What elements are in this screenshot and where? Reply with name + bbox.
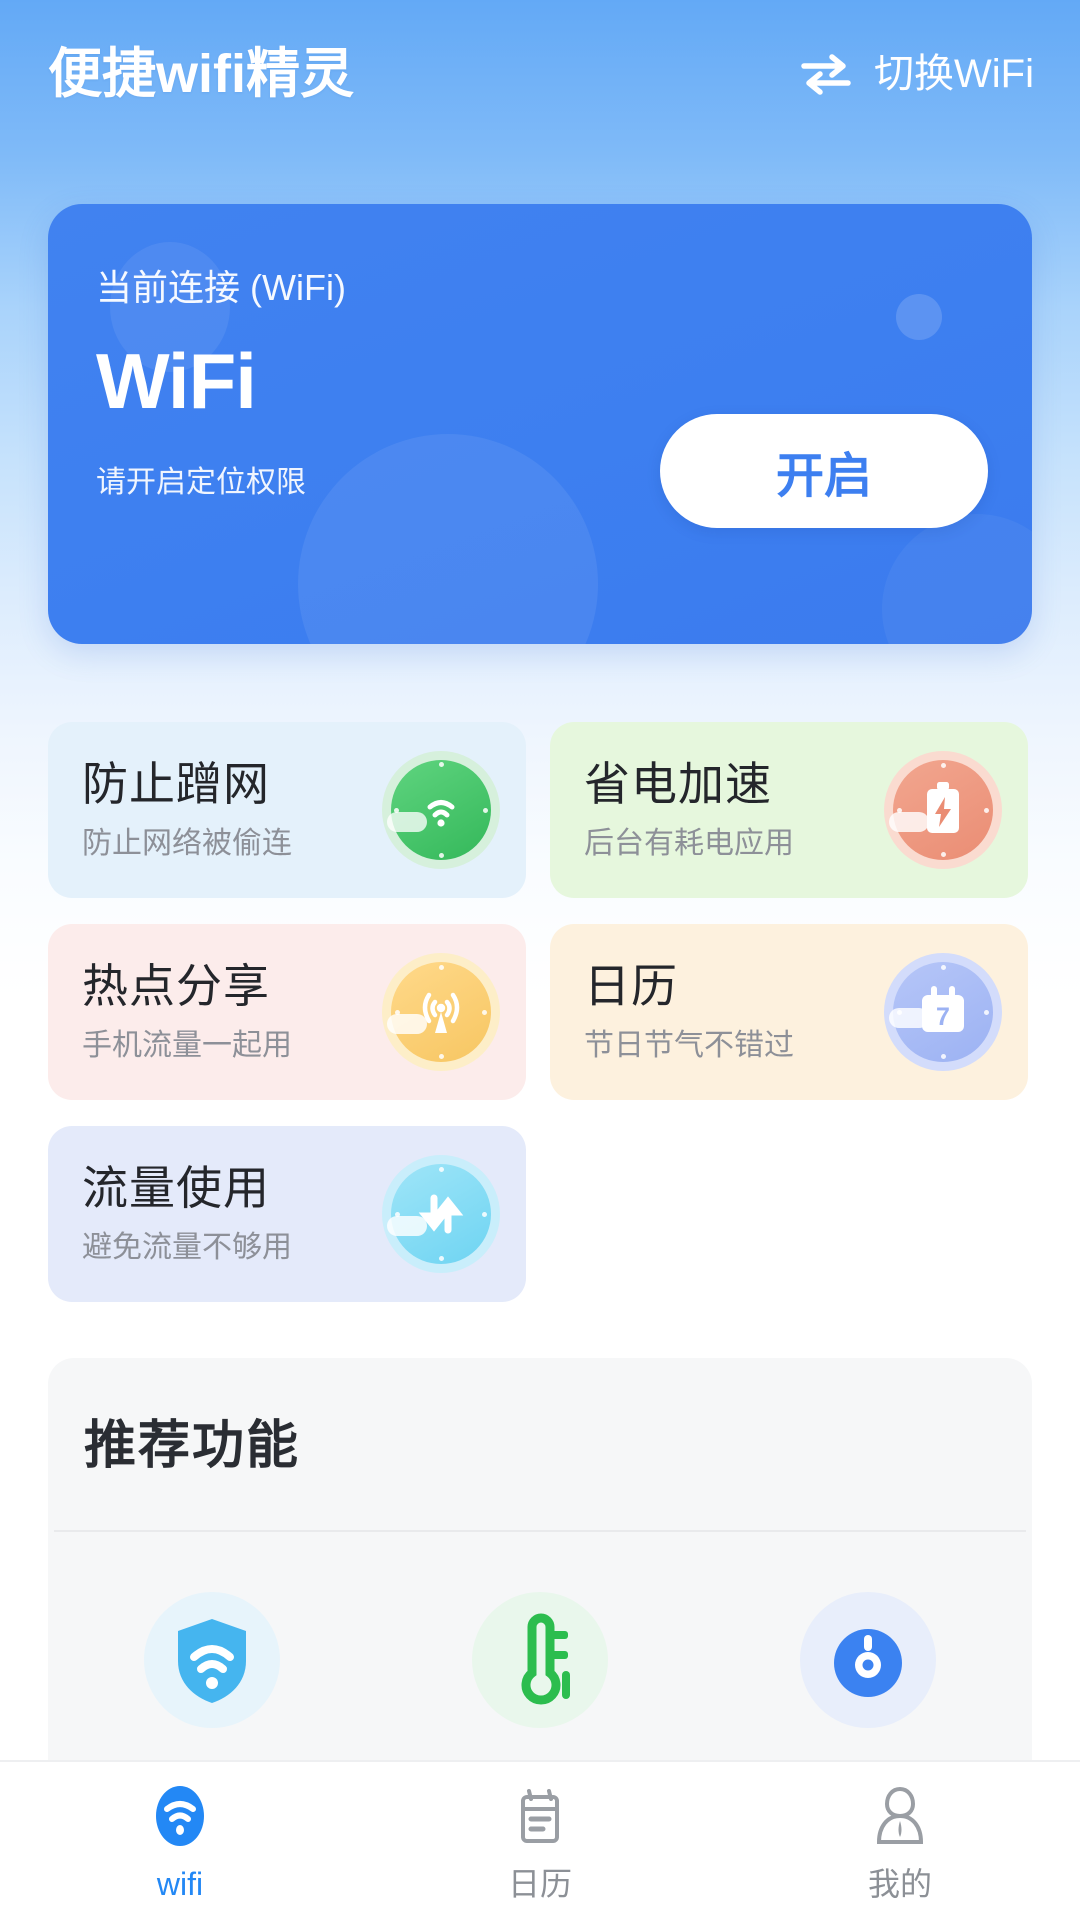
app-header: 便捷wifi精灵 切换WiFi	[0, 0, 1080, 148]
recommended-item-speed-test[interactable]	[704, 1592, 1032, 1728]
nav-item-calendar[interactable]: 日历	[360, 1762, 720, 1920]
nav-label-calendar: 日历	[507, 1865, 572, 1902]
feature-tile-hotspot-share[interactable]: 热点分享 手机流量一起用	[48, 924, 526, 1100]
recommended-items-row	[48, 1532, 1032, 1728]
recommended-item-temperature[interactable]	[376, 1592, 704, 1728]
feature-tile-desc: 避免流量不够用	[82, 1231, 292, 1264]
shield-wifi-icon	[382, 751, 500, 869]
calendar-icon	[509, 1783, 571, 1854]
user-profile-icon	[869, 1783, 931, 1854]
hotspot-broadcast-icon	[382, 953, 500, 1071]
feature-tile-title: 热点分享	[82, 960, 270, 1012]
feature-tile-data-usage[interactable]: 流量使用 避免流量不够用	[48, 1126, 526, 1302]
nav-item-wifi[interactable]: wifi	[0, 1762, 360, 1920]
nav-label-wifi: wifi	[156, 1865, 204, 1902]
speed-gauge-icon	[800, 1592, 936, 1728]
bottom-navigation: wifi 日历 我的	[0, 1760, 1080, 1920]
feature-tile-title: 省电加速	[584, 758, 772, 810]
nav-item-profile[interactable]: 我的	[720, 1762, 1080, 1920]
current-connection-card[interactable]: 当前连接 (WiFi) WiFi 请开启定位权限 开启	[48, 204, 1032, 644]
data-updown-icon	[382, 1155, 500, 1273]
connection-ssid: WiFi	[96, 337, 257, 425]
calendar-7-icon: 7	[884, 953, 1002, 1071]
swap-horizontal-icon	[798, 52, 854, 96]
battery-bolt-icon	[884, 751, 1002, 869]
feature-tile-calendar[interactable]: 日历 节日节气不错过 7	[550, 924, 1028, 1100]
thermometer-icon	[472, 1592, 608, 1728]
decor-bubble	[882, 514, 1032, 644]
enable-button[interactable]: 开启	[660, 414, 988, 528]
feature-tiles-grid: 防止蹭网 防止网络被偷连 省电加速 后台有耗电应用 热点分享 手机流量一起用 日…	[48, 722, 1032, 1302]
feature-tile-title: 防止蹭网	[82, 758, 270, 810]
switch-wifi-label: 切换WiFi	[874, 52, 1034, 96]
shield-wifi-blue-icon	[144, 1592, 280, 1728]
recommended-item-anti-leech[interactable]	[48, 1592, 376, 1728]
feature-tile-battery-boost[interactable]: 省电加速 后台有耗电应用	[550, 722, 1028, 898]
feature-tile-title: 流量使用	[82, 1162, 270, 1214]
feature-tile-desc: 节日节气不错过	[584, 1029, 794, 1062]
connection-label: 当前连接 (WiFi)	[96, 267, 346, 308]
wifi-icon	[149, 1783, 211, 1854]
feature-tile-title: 日历	[584, 960, 678, 1012]
feature-tile-desc: 防止网络被偷连	[82, 827, 292, 860]
recommended-section-title: 推荐功能	[84, 1417, 301, 1475]
page-title: 便捷wifi精灵	[48, 44, 354, 104]
switch-wifi-button[interactable]: 切换WiFi	[798, 52, 1034, 96]
app-root: 便捷wifi精灵 切换WiFi 当前连接 (WiFi) WiFi 请开启定位权限…	[0, 0, 1080, 1920]
feature-tile-desc: 后台有耗电应用	[584, 827, 794, 860]
nav-label-profile: 我的	[867, 1865, 932, 1902]
feature-tile-desc: 手机流量一起用	[82, 1029, 292, 1062]
feature-tile-anti-leech[interactable]: 防止蹭网 防止网络被偷连	[48, 722, 526, 898]
